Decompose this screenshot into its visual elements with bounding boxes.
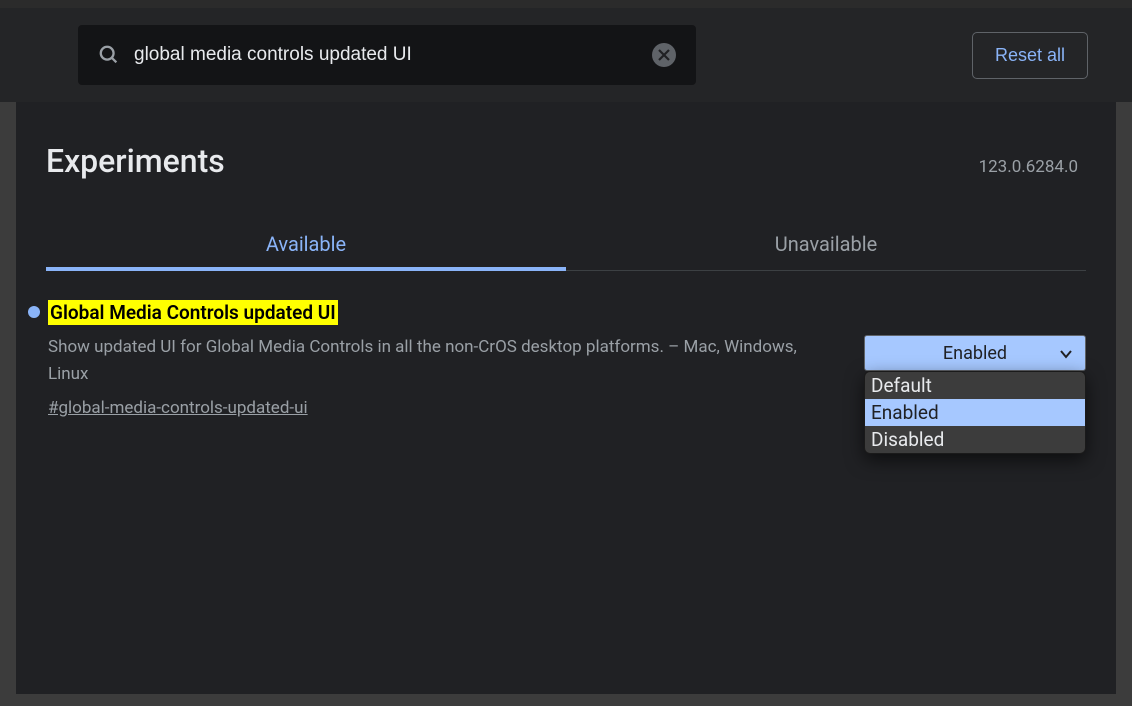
option-enabled[interactable]: Enabled — [865, 399, 1085, 426]
search-input[interactable] — [134, 44, 638, 66]
flag-state-dropdown: Default Enabled Disabled — [864, 371, 1086, 454]
flag-description: Show updated UI for Global Media Control… — [48, 334, 824, 388]
chevron-down-icon — [1059, 343, 1073, 364]
tabs: Available Unavailable — [46, 232, 1086, 271]
content-area: Experiments 123.0.6284.0 Available Unava… — [16, 102, 1116, 694]
reset-all-button[interactable]: Reset all — [972, 32, 1088, 79]
tab-unavailable[interactable]: Unavailable — [566, 232, 1086, 270]
close-icon — [657, 48, 671, 62]
tab-available[interactable]: Available — [46, 232, 566, 270]
flag-state-select[interactable]: Enabled — [864, 335, 1086, 371]
flag-title: Global Media Controls updated UI — [48, 300, 338, 325]
header-bar: Reset all — [0, 8, 1132, 102]
option-disabled[interactable]: Disabled — [865, 426, 1085, 453]
flag-hash-link[interactable]: #global-media-controls-updated-ui — [48, 398, 308, 418]
flag-entry: Global Media Controls updated UI Show up… — [28, 301, 1086, 418]
window-top-strip — [0, 0, 1132, 8]
version-label: 123.0.6284.0 — [979, 157, 1078, 177]
search-box — [78, 25, 696, 85]
clear-search-button[interactable] — [652, 43, 676, 67]
flag-state-selected-value: Enabled — [943, 343, 1007, 364]
search-icon — [98, 44, 120, 66]
page-title: Experiments — [46, 142, 225, 180]
option-default[interactable]: Default — [865, 372, 1085, 399]
flag-indicator-icon — [28, 306, 40, 318]
